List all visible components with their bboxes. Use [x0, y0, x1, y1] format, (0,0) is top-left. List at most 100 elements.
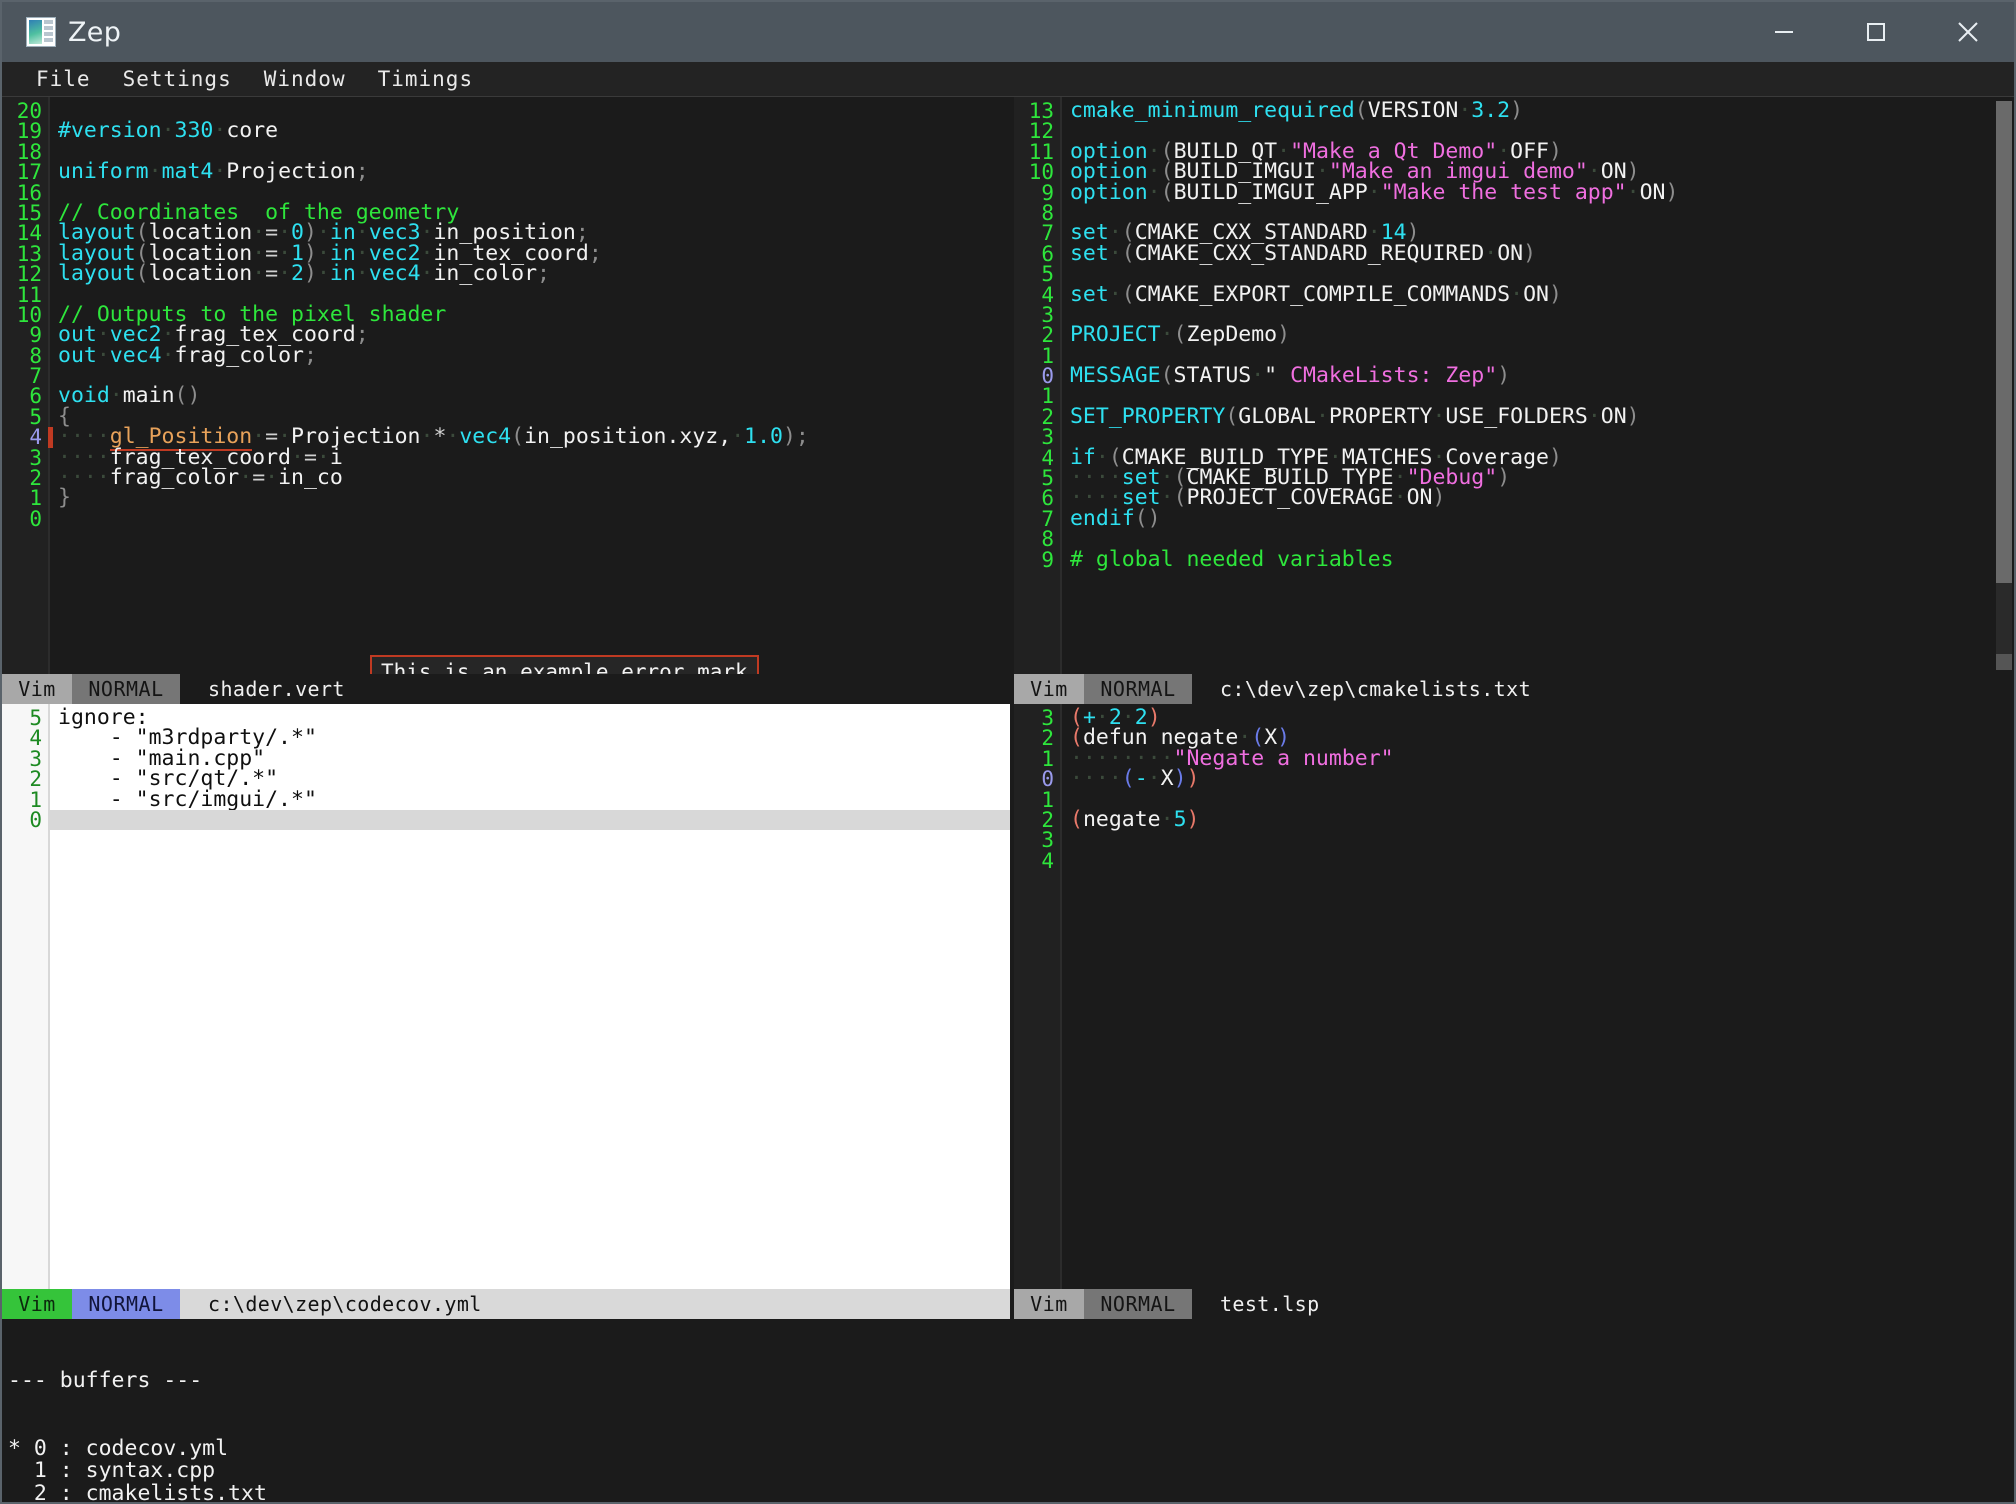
code-line: 4 — [1014, 850, 2014, 871]
code-token: uniform — [58, 159, 149, 185]
code-token: ) — [1173, 766, 1187, 792]
zep-application-window: Zep File Settings Window Timings 20 19 #… — [0, 0, 2016, 1504]
code-line: 2 (negate·5) — [1014, 806, 2014, 832]
buffer-entry[interactable]: 1 : syntax.cpp — [8, 1459, 2014, 1483]
line-number: 1 — [1041, 343, 1054, 368]
editor-cmakelists[interactable]: 13 cmake_minimum_required(VERSION·3.2) 12 1… — [1013, 97, 2014, 674]
code-token: ON — [1639, 179, 1666, 205]
line-number: 17 — [16, 160, 42, 185]
code-token: - — [1134, 766, 1148, 792]
line-number: 12 — [1028, 119, 1054, 144]
code-token: endif — [1069, 505, 1135, 531]
minimize-button[interactable] — [1738, 2, 1830, 62]
line-content: endif() — [1060, 505, 1161, 531]
line-number: 2 — [1041, 404, 1054, 429]
statusbar-path: c:\dev\zep\cmakelists.txt — [1191, 674, 2014, 704]
buffer-entry[interactable]: 2 : cmakelists.txt — [8, 1482, 2014, 1502]
code-token: USE_FOLDERS — [1445, 403, 1588, 429]
code-token: ; — [355, 159, 369, 185]
line-number: 2 — [1041, 323, 1054, 348]
code-token: 1.0 — [744, 424, 783, 450]
maximize-button[interactable] — [1830, 2, 1922, 62]
scrollbar-end-cap[interactable] — [1996, 654, 2012, 670]
line-content: set·(CMAKE_EXPORT_COMPILE_COMMANDS·ON) — [1060, 281, 1562, 307]
line-number: 3 — [1041, 706, 1054, 730]
code-token: ( — [135, 261, 149, 287]
line-number: 20 — [16, 99, 42, 123]
code-token: · — [1108, 240, 1122, 266]
code-lines: 13 cmake_minimum_required(VERSION·3.2) 12 1… — [1014, 97, 2014, 571]
code-token: ) — [1665, 179, 1679, 205]
code-line: 0 MESSAGE(STATUS·" CMakeLists: Zep") — [1014, 363, 2014, 389]
code-token: ( — [1121, 766, 1135, 792]
statusbar-path: test.lsp — [1191, 1289, 2014, 1319]
line-number: 1 — [1041, 746, 1054, 771]
command-buffers-area[interactable]: --- buffers --- * 0 : codecov.yml 1 : sy… — [2, 1319, 2014, 1502]
code-token: · — [1587, 403, 1601, 429]
scrollbar-thumb[interactable] — [1996, 101, 2012, 583]
code-token: ON — [1523, 281, 1549, 307]
vertical-scrollbar[interactable] — [1996, 101, 2012, 670]
line-number: 0 — [29, 807, 42, 832]
code-token: · — [109, 383, 123, 409]
pane-codecov: 5 ignore: 4 - "m3rdparty/.*" 3 - "main.cpp"… — [2, 704, 1010, 1319]
line-content: # global needed variables — [1060, 548, 1394, 570]
line-number: 6 — [29, 384, 42, 409]
pane-test-lsp: 3 (+·2·2) 2 (defun negate·(X) 1 ········"Nega… — [1013, 704, 2014, 1319]
cursor-bar — [48, 427, 53, 448]
code-token: SET_PROPERTY — [1069, 403, 1226, 429]
code-token: ) — [1523, 240, 1537, 266]
code-token: BUILD_IMGUI_APP — [1173, 179, 1368, 205]
code-token: ···· — [1069, 766, 1122, 792]
line-number: 7 — [1041, 506, 1054, 531]
title-bar: Zep — [2, 2, 2014, 62]
line-content: - "src/imgui/.*" — [48, 788, 317, 810]
code-token: · — [1251, 363, 1265, 389]
code-token: · — [1393, 485, 1407, 511]
cursor-line-highlight — [50, 810, 1010, 831]
code-token: negate — [1082, 806, 1161, 832]
editor-codecov[interactable]: 5 ignore: 4 - "m3rdparty/.*" 3 - "main.cpp"… — [2, 704, 1010, 1289]
line-number: 5 — [1041, 262, 1054, 287]
bottom-editor-row: 5 ignore: 4 - "m3rdparty/.*" 3 - "main.cpp"… — [2, 704, 2014, 1319]
menu-timings[interactable]: Timings — [362, 62, 490, 96]
code-token: "Make the test app" — [1380, 179, 1627, 205]
code-token: ; — [355, 322, 369, 348]
code-token: ZepDemo — [1186, 322, 1278, 348]
code-line: 1} — [2, 487, 1010, 509]
error-mark-tooltip: This is an example error mark — [370, 655, 759, 674]
code-token: CMakeLists: Zep" — [1277, 363, 1498, 389]
code-line: 2 SET_PROPERTY(GLOBAL·PROPERTY·USE_FOLDER… — [1014, 403, 2014, 429]
code-token: ) — [1497, 363, 1511, 389]
line-number: 3 — [1041, 828, 1054, 853]
line-number: 7 — [29, 364, 42, 389]
code-line: 12 layout(location·=·2)·in·vec4·in_color; — [2, 261, 1010, 287]
code-token: ( — [1069, 806, 1083, 832]
menu-settings[interactable]: Settings — [107, 62, 248, 96]
line-number: 8 — [1041, 200, 1054, 225]
code-token: · — [265, 465, 279, 491]
code-token: ) — [1510, 98, 1524, 123]
code-line: 13 cmake_minimum_required(VERSION·3.2) — [1014, 98, 2014, 123]
code-line: 0 — [2, 508, 1010, 529]
code-token: in_co — [278, 465, 343, 491]
editor-shader-vert[interactable]: 20 19 #version·330·core 18 17 uniform·mat4·Pr… — [2, 97, 1010, 674]
code-token: ; — [537, 261, 550, 287]
menu-window[interactable]: Window — [248, 62, 362, 96]
line-number: 5 — [29, 404, 42, 429]
code-token: ON — [1497, 240, 1524, 266]
code-token: cmake_minimum_required — [1069, 98, 1355, 123]
line-number: 2 — [29, 767, 42, 792]
code-token: option — [1069, 179, 1148, 205]
close-button[interactable] — [1922, 2, 2014, 62]
line-content: out·vec4·frag_color; — [48, 344, 317, 366]
code-token: STATUS — [1173, 363, 1252, 389]
code-token: · — [1432, 403, 1446, 429]
line-number: 5 — [1041, 466, 1054, 491]
statusbar-path: shader.vert — [180, 674, 1010, 704]
menu-file[interactable]: File — [20, 62, 107, 96]
code-token: · — [252, 261, 266, 287]
editor-test-lsp[interactable]: 3 (+·2·2) 2 (defun negate·(X) 1 ········"Nega… — [1013, 704, 2014, 1289]
buffer-entry[interactable]: * 0 : codecov.yml — [8, 1437, 2014, 1461]
code-token: core — [226, 118, 279, 144]
